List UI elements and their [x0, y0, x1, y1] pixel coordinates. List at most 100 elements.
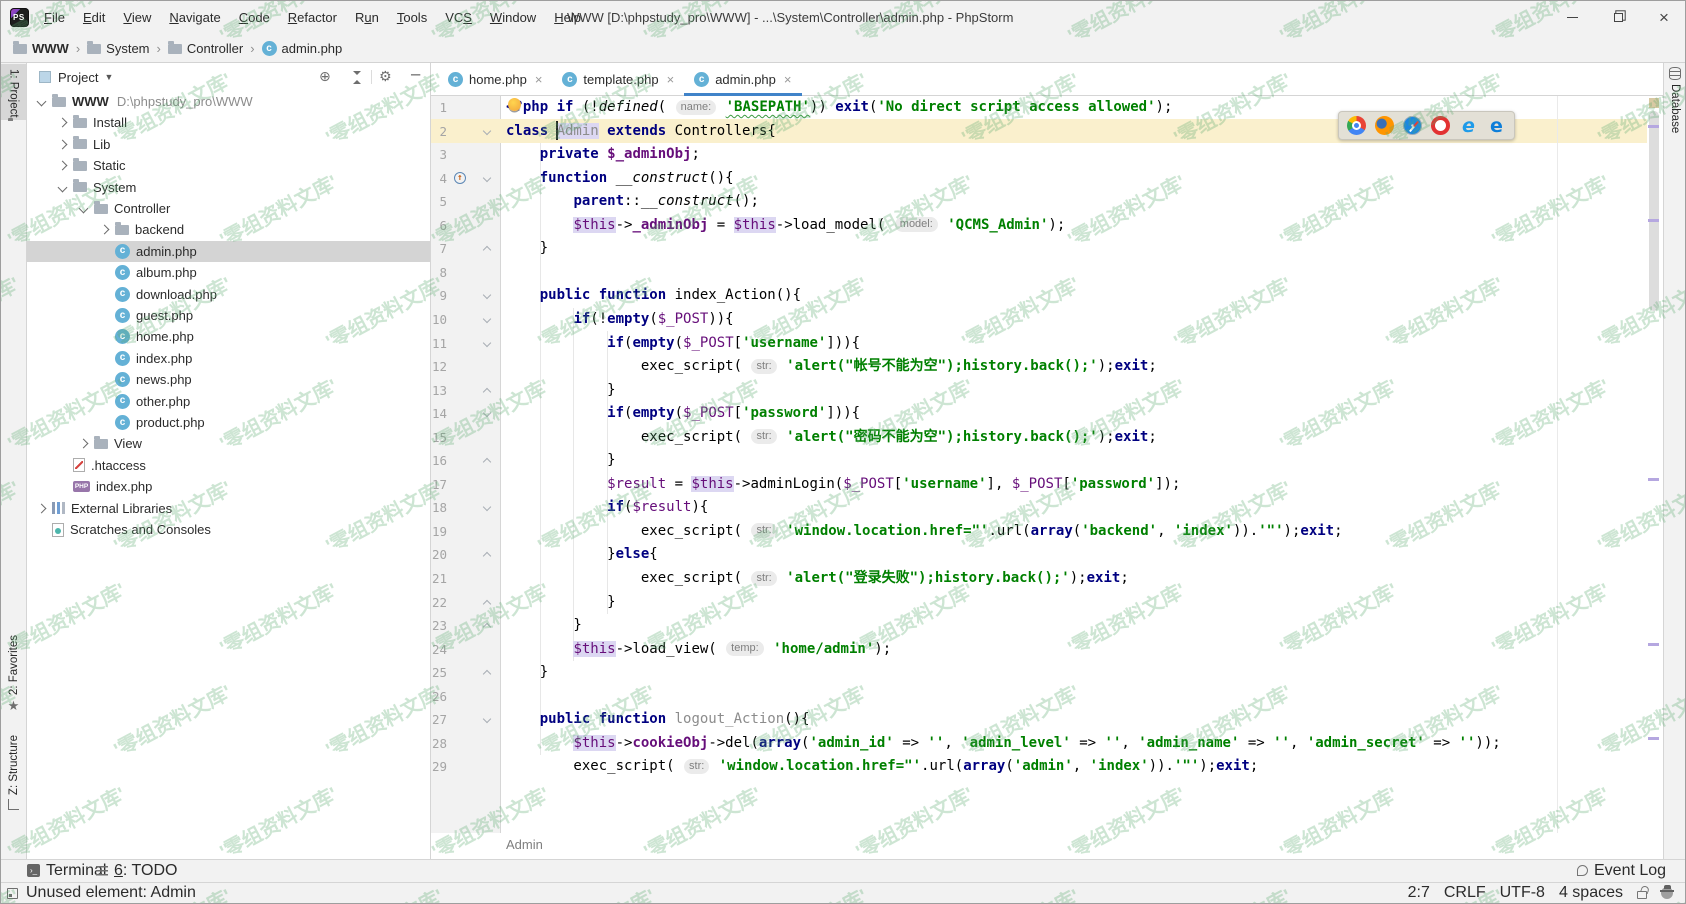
line-number[interactable]: 23 [401, 614, 447, 638]
menu-edit[interactable]: Edit [74, 1, 114, 34]
error-stripe-mark[interactable] [1648, 478, 1659, 481]
stripe-tab-database[interactable]: Database [1664, 67, 1686, 133]
fold-open-icon[interactable] [483, 291, 491, 299]
overrides-method-icon[interactable]: ↑ [454, 172, 466, 184]
line-ending[interactable]: CRLF [1444, 884, 1486, 902]
line-number[interactable]: 11 [401, 332, 447, 356]
line-number[interactable]: 17 [401, 473, 447, 497]
menu-run[interactable]: Run [346, 1, 388, 34]
fold-open-icon[interactable] [483, 503, 491, 511]
line-number[interactable]: 1 [401, 96, 447, 120]
terminal-toolwindow-button[interactable]: ›_ Terminal [27, 859, 106, 882]
menu-tools[interactable]: Tools [388, 1, 436, 34]
line-number[interactable]: 27 [401, 708, 447, 732]
fold-open-icon[interactable] [483, 715, 491, 723]
fold-open-icon[interactable] [483, 338, 491, 346]
editor-tab-home-php[interactable]: chome.php× [438, 63, 552, 96]
editor-breadcrumb[interactable]: Admin [506, 837, 543, 852]
fold-close-icon[interactable] [483, 670, 491, 678]
fold-open-icon[interactable] [483, 315, 491, 323]
opera-browser-icon[interactable] [1431, 116, 1450, 135]
menu-view[interactable]: View [114, 1, 160, 34]
project-panel-title[interactable]: Project [58, 70, 98, 85]
file-encoding[interactable]: UTF-8 [1500, 884, 1545, 902]
todo-toolwindow-button[interactable]: 6: TODO [96, 859, 177, 882]
intention-bulb-icon[interactable] [508, 98, 521, 111]
edge-browser-icon[interactable]: e [1487, 116, 1506, 135]
error-stripe-mark[interactable] [1648, 219, 1659, 222]
fold-open-icon[interactable] [483, 173, 491, 181]
event-log-button[interactable]: Event Log [1577, 859, 1666, 882]
fold-close-icon[interactable] [483, 458, 491, 466]
menu-vcs[interactable]: VCS [436, 1, 481, 34]
fold-open-icon[interactable] [483, 409, 491, 417]
indent-size[interactable]: 4 spaces [1559, 884, 1623, 902]
breadcrumb-item-www[interactable]: WWW [13, 41, 69, 56]
line-number[interactable]: 18 [401, 496, 447, 520]
toolwindow-switcher-icon[interactable] [7, 888, 18, 899]
line-number[interactable]: 12 [401, 355, 447, 379]
token-pln: ( [675, 405, 683, 421]
line-number[interactable]: 13 [401, 379, 447, 403]
locate-file-icon[interactable]: ⊕ [319, 69, 331, 85]
line-number[interactable]: 22 [401, 591, 447, 615]
ie-browser-icon[interactable]: e [1459, 116, 1478, 135]
collapse-all-icon[interactable] [351, 71, 363, 84]
breadcrumb-item-system[interactable]: System [87, 41, 149, 56]
error-stripe-mark[interactable] [1648, 643, 1659, 646]
chrome-browser-icon[interactable] [1347, 116, 1366, 135]
inspections-hector-icon[interactable] [1661, 887, 1673, 899]
line-number[interactable]: 21 [401, 567, 447, 591]
line-number[interactable]: 20 [401, 543, 447, 567]
maximize-button[interactable] [1595, 1, 1641, 34]
menu-file[interactable]: File [35, 1, 74, 34]
line-number[interactable]: 3 [401, 143, 447, 167]
fold-close-icon[interactable] [483, 552, 491, 560]
lock-icon[interactable] [1637, 891, 1647, 899]
line-number[interactable]: 7 [401, 237, 447, 261]
line-number[interactable]: 8 [401, 261, 447, 285]
menu-window[interactable]: Window [481, 1, 545, 34]
tab-close-icon[interactable]: × [784, 72, 792, 87]
error-stripe-mark[interactable] [1648, 737, 1659, 740]
safari-browser-icon[interactable] [1403, 116, 1422, 135]
line-number[interactable]: 6 [401, 214, 447, 238]
close-button[interactable]: × [1641, 1, 1686, 34]
breadcrumb-item-admin-php[interactable]: cadmin.php [262, 41, 343, 56]
error-stripe-mark[interactable] [1648, 125, 1659, 128]
line-number[interactable]: 10 [401, 308, 447, 332]
line-number[interactable]: 14 [401, 402, 447, 426]
line-number[interactable]: 19 [401, 520, 447, 544]
line-number[interactable]: 5 [401, 190, 447, 214]
inspection-status-square[interactable] [1649, 98, 1659, 108]
fold-close-icon[interactable] [483, 246, 491, 254]
editor-tab-admin-php[interactable]: cadmin.php× [684, 63, 801, 96]
fold-close-icon[interactable] [483, 623, 491, 631]
hide-panel-icon[interactable]: ─ [411, 66, 420, 84]
menu-navigate[interactable]: Navigate [160, 1, 229, 34]
caret-position[interactable]: 2:7 [1408, 884, 1430, 902]
line-number[interactable]: 26 [401, 685, 447, 709]
menu-code[interactable]: Code [230, 1, 279, 34]
fold-close-icon[interactable] [483, 387, 491, 395]
line-number[interactable]: 15 [401, 426, 447, 450]
tab-close-icon[interactable]: × [535, 72, 543, 87]
line-number[interactable]: 29 [401, 755, 447, 779]
firefox-browser-icon[interactable] [1375, 116, 1394, 135]
minimize-button[interactable] [1549, 1, 1595, 34]
line-number[interactable]: 25 [401, 661, 447, 685]
fold-close-icon[interactable] [483, 599, 491, 607]
breadcrumb-item-controller[interactable]: Controller [168, 41, 243, 56]
line-number[interactable]: 28 [401, 732, 447, 756]
line-number[interactable]: 24 [401, 638, 447, 662]
scrollbar-thumb[interactable] [1649, 111, 1659, 311]
gear-icon[interactable]: ⚙ [379, 69, 392, 85]
line-number[interactable]: 4 [401, 167, 447, 191]
line-number[interactable]: 9 [401, 284, 447, 308]
line-number[interactable]: 2 [401, 120, 447, 144]
fold-open-icon[interactable] [483, 126, 491, 134]
tab-close-icon[interactable]: × [667, 72, 675, 87]
editor-tab-template-php[interactable]: ctemplate.php× [552, 63, 684, 96]
line-number[interactable]: 16 [401, 449, 447, 473]
menu-refactor[interactable]: Refactor [279, 1, 346, 34]
